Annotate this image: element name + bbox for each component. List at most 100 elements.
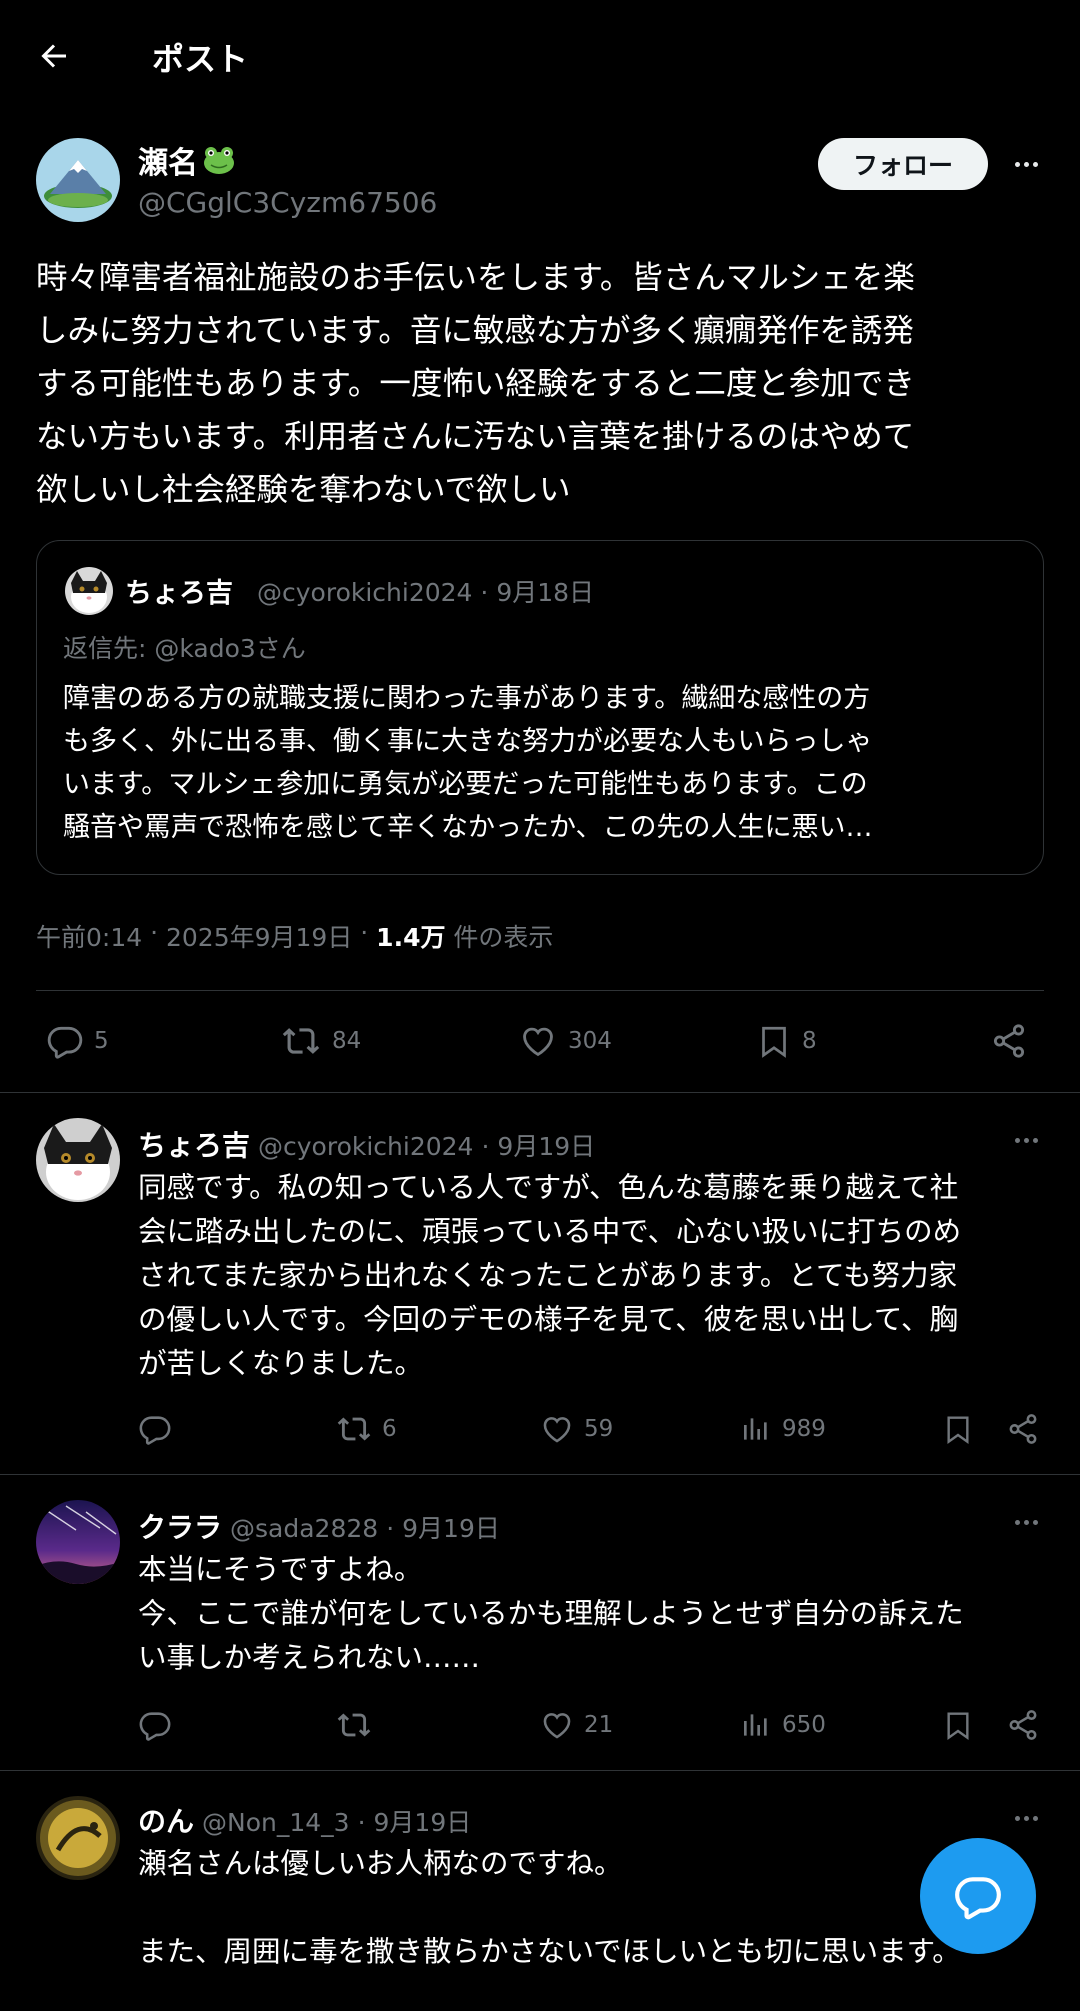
- more-icon[interactable]: [1006, 1806, 1046, 1830]
- reply-header: クララ @sada2828 · 9月19日: [138, 1506, 500, 1546]
- like-count: 21: [584, 1712, 614, 1738]
- avatar[interactable]: [36, 138, 120, 222]
- bookmark-button[interactable]: 8: [756, 1022, 817, 1060]
- reply-handle[interactable]: @sada2828: [230, 1514, 378, 1543]
- reply-author-name[interactable]: のん: [138, 1800, 194, 1840]
- compose-reply-icon: [953, 1871, 1003, 1921]
- quoted-author-name: ちょろ吉: [125, 578, 233, 609]
- repost-button[interactable]: [336, 1708, 382, 1742]
- more-icon[interactable]: [1006, 152, 1046, 176]
- divider: [0, 1474, 1080, 1475]
- reply-count: 5: [94, 1028, 109, 1054]
- back-arrow-icon[interactable]: [36, 38, 72, 74]
- reply-icon: [138, 1412, 172, 1446]
- like-count: 59: [584, 1416, 614, 1442]
- separator-dot: ·: [357, 1808, 366, 1837]
- bookmark-icon: [942, 1708, 974, 1742]
- reply-date[interactable]: 9月19日: [374, 1803, 472, 1839]
- post-time[interactable]: 午前0:14: [36, 918, 142, 954]
- views-button[interactable]: 989: [740, 1412, 826, 1446]
- post-date[interactable]: 2025年9月19日: [166, 918, 352, 954]
- views-icon: [740, 1412, 772, 1446]
- reply-date[interactable]: 9月19日: [497, 1127, 595, 1163]
- reply-handle[interactable]: @cyorokichi2024: [258, 1132, 473, 1161]
- separator-dot: ·: [386, 1514, 395, 1543]
- views-count: 989: [782, 1416, 826, 1442]
- more-icon[interactable]: [1006, 1510, 1046, 1534]
- like-count: 304: [568, 1028, 612, 1054]
- share-button[interactable]: [1006, 1412, 1040, 1446]
- reply-icon: [46, 1022, 84, 1060]
- post-text: 時々障害者福祉施設のお手伝いをします。皆さんマルシェを楽 しみに努力されています…: [36, 260, 915, 508]
- views-icon: [740, 1708, 772, 1742]
- more-icon[interactable]: [1006, 1128, 1046, 1152]
- bookmark-icon: [942, 1412, 974, 1446]
- reply-author-name[interactable]: クララ: [138, 1506, 222, 1546]
- repost-button[interactable]: 84: [280, 1022, 361, 1060]
- views-label: 件の表示: [453, 923, 554, 952]
- quoted-reply-to: 返信先: @kado3さん: [63, 634, 306, 663]
- bookmark-button[interactable]: [942, 1708, 974, 1742]
- reply-handle[interactable]: @Non_14_3: [202, 1808, 350, 1837]
- separator-dot: ·: [480, 578, 497, 607]
- reply-date[interactable]: 9月19日: [402, 1509, 500, 1545]
- quoted-date: 9月18日: [496, 578, 595, 607]
- page-title: ポスト: [152, 40, 249, 78]
- bookmark-button[interactable]: [942, 1412, 974, 1446]
- share-icon: [990, 1022, 1028, 1060]
- like-button[interactable]: 304: [518, 1022, 612, 1060]
- author-name[interactable]: 瀬名: [138, 138, 236, 182]
- reply-button[interactable]: 5: [46, 1022, 109, 1060]
- quoted-text: 障害のある方の就職支援に関わった事があります。繊細な感性の方 も多く、外に出る事…: [63, 683, 873, 843]
- quoted-avatar: [65, 567, 113, 615]
- bookmark-icon: [756, 1022, 792, 1060]
- author-handle[interactable]: @CGglC3Cyzm67506: [138, 186, 437, 219]
- like-button[interactable]: 59: [540, 1412, 613, 1446]
- avatar[interactable]: [36, 1118, 120, 1202]
- avatar[interactable]: [36, 1796, 120, 1880]
- like-icon: [540, 1708, 574, 1742]
- share-icon: [1006, 1412, 1040, 1446]
- like-icon: [518, 1022, 558, 1060]
- reply-author-name[interactable]: ちょろ吉: [138, 1124, 250, 1164]
- repost-icon: [336, 1412, 372, 1446]
- quoted-meta: @cyorokichi2024 · 9月18日: [257, 573, 594, 609]
- separator-dot: ·: [142, 918, 166, 947]
- divider: [36, 990, 1044, 991]
- reply-header: のん @Non_14_3 · 9月19日: [138, 1800, 471, 1840]
- share-button[interactable]: [990, 1022, 1028, 1060]
- frog-emoji-icon: [202, 145, 236, 175]
- quoted-handle: @cyorokichi2024: [257, 578, 473, 607]
- share-icon: [1006, 1708, 1040, 1742]
- like-button[interactable]: 21: [540, 1708, 613, 1742]
- quoted-post[interactable]: ちょろ吉 @cyorokichi2024 · 9月18日 返信先: @kado3…: [36, 540, 1044, 875]
- post-meta: 午前0:14 · 2025年9月19日 · 1.4万 件の表示: [36, 918, 553, 954]
- compose-reply-button[interactable]: [920, 1838, 1036, 1954]
- views-count: 1.4万: [376, 923, 446, 952]
- avatar[interactable]: [36, 1500, 120, 1584]
- repost-icon: [280, 1022, 322, 1060]
- repost-count: 84: [332, 1028, 362, 1054]
- top-bar: ポスト: [0, 0, 1080, 110]
- reply-button[interactable]: [138, 1708, 182, 1742]
- reply-header: ちょろ吉 @cyorokichi2024 · 9月19日: [138, 1124, 595, 1164]
- follow-button[interactable]: フォロー: [818, 138, 988, 190]
- author-name-text: 瀬名: [138, 146, 198, 181]
- repost-count: 6: [382, 1416, 397, 1442]
- views-button[interactable]: 650: [740, 1708, 826, 1742]
- reply-icon: [138, 1708, 172, 1742]
- like-icon: [540, 1412, 574, 1446]
- divider: [0, 1092, 1080, 1093]
- share-button[interactable]: [1006, 1708, 1040, 1742]
- separator-dot: ·: [481, 1132, 490, 1161]
- reply-button[interactable]: [138, 1412, 182, 1446]
- reply-text: 本当にそうですよね。 今、ここで誰が何をしているかも理解しようとせず自分の訴えた…: [138, 1553, 964, 1674]
- bookmark-count: 8: [802, 1028, 817, 1054]
- separator-dot: ·: [352, 918, 377, 947]
- repost-icon: [336, 1708, 372, 1742]
- reply-text: 瀬名さんは優しいお人柄なのですね。 また、周囲に毒を撒き散らかさないでほしいとも…: [138, 1847, 961, 1968]
- repost-button[interactable]: 6: [336, 1412, 397, 1446]
- divider: [0, 1770, 1080, 1771]
- views-count: 650: [782, 1712, 826, 1738]
